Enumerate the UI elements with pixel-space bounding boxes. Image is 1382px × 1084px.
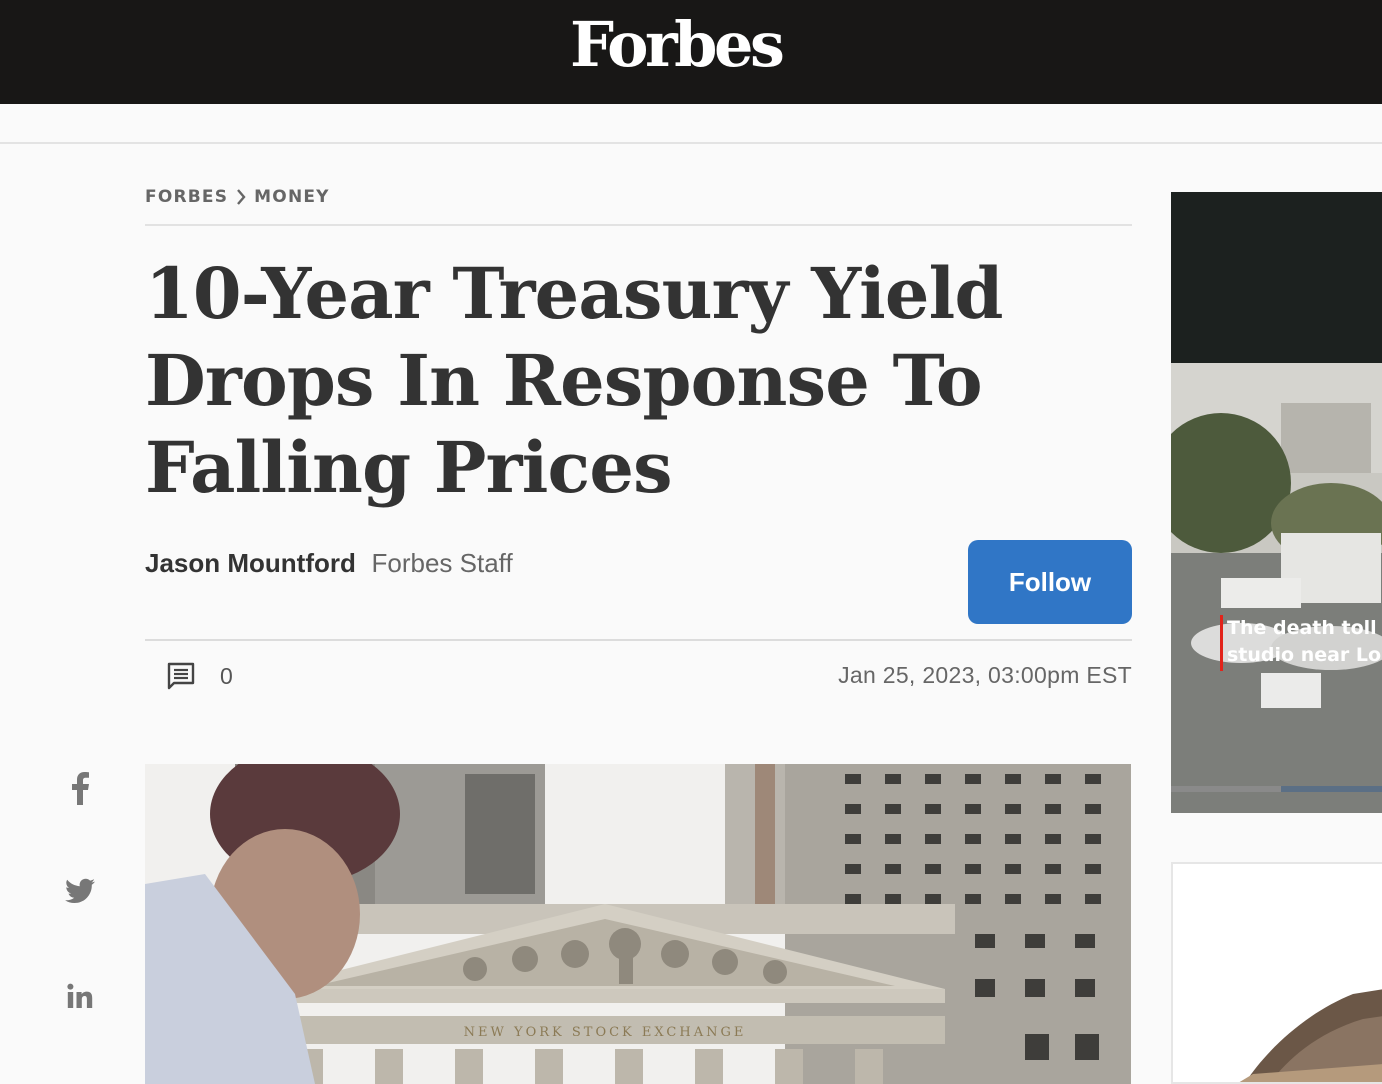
forbes-logo[interactable]: Forbes bbox=[570, 10, 785, 80]
chevron-right-icon bbox=[228, 184, 254, 210]
video-player[interactable] bbox=[1171, 192, 1382, 813]
comments-button[interactable]: 0 bbox=[166, 660, 233, 692]
divider bbox=[145, 224, 1132, 226]
publish-date: Jan 25, 2023, 03:00pm EST bbox=[838, 662, 1132, 688]
sub-navigation-bar bbox=[0, 104, 1382, 144]
video-caption-line: The death toll f bbox=[1227, 617, 1382, 639]
video-progress-fill bbox=[1171, 786, 1281, 792]
ad-product-image bbox=[1173, 864, 1382, 1082]
byline: Jason Mountford Forbes Staff bbox=[145, 546, 513, 581]
comment-icon bbox=[166, 661, 196, 691]
author-name[interactable]: Jason Mountford bbox=[145, 548, 356, 578]
comment-count: 0 bbox=[220, 662, 233, 689]
video-caption-line: studio near Los bbox=[1227, 644, 1382, 666]
linkedin-share-button[interactable] bbox=[58, 974, 102, 1018]
author-role: Forbes Staff bbox=[371, 548, 513, 578]
breadcrumb-item-money[interactable]: MONEY bbox=[254, 187, 330, 207]
site-header: Forbes bbox=[0, 0, 1382, 104]
video-caption: The death toll f studio near Los bbox=[1220, 615, 1382, 671]
facebook-icon bbox=[72, 772, 89, 805]
advertisement[interactable] bbox=[1171, 862, 1382, 1084]
twitter-icon bbox=[65, 878, 95, 903]
follow-button[interactable]: Follow bbox=[968, 540, 1132, 624]
twitter-share-button[interactable] bbox=[58, 870, 102, 914]
facebook-share-button[interactable] bbox=[58, 766, 102, 810]
divider bbox=[145, 639, 1132, 641]
breadcrumb: FORBES MONEY bbox=[145, 184, 330, 210]
breadcrumb-item-forbes[interactable]: FORBES bbox=[145, 187, 228, 207]
video-progress-bar[interactable] bbox=[1171, 786, 1382, 792]
hero-sign-text: NEW YORK STOCK EXCHANGE bbox=[464, 1025, 747, 1040]
article-title: 10-Year Treasury Yield Drops In Response… bbox=[145, 252, 1003, 509]
hero-image: NEW YORK STOCK EXCHANGE bbox=[145, 764, 1131, 1084]
linkedin-icon bbox=[67, 983, 93, 1008]
video-frame bbox=[1171, 363, 1382, 813]
